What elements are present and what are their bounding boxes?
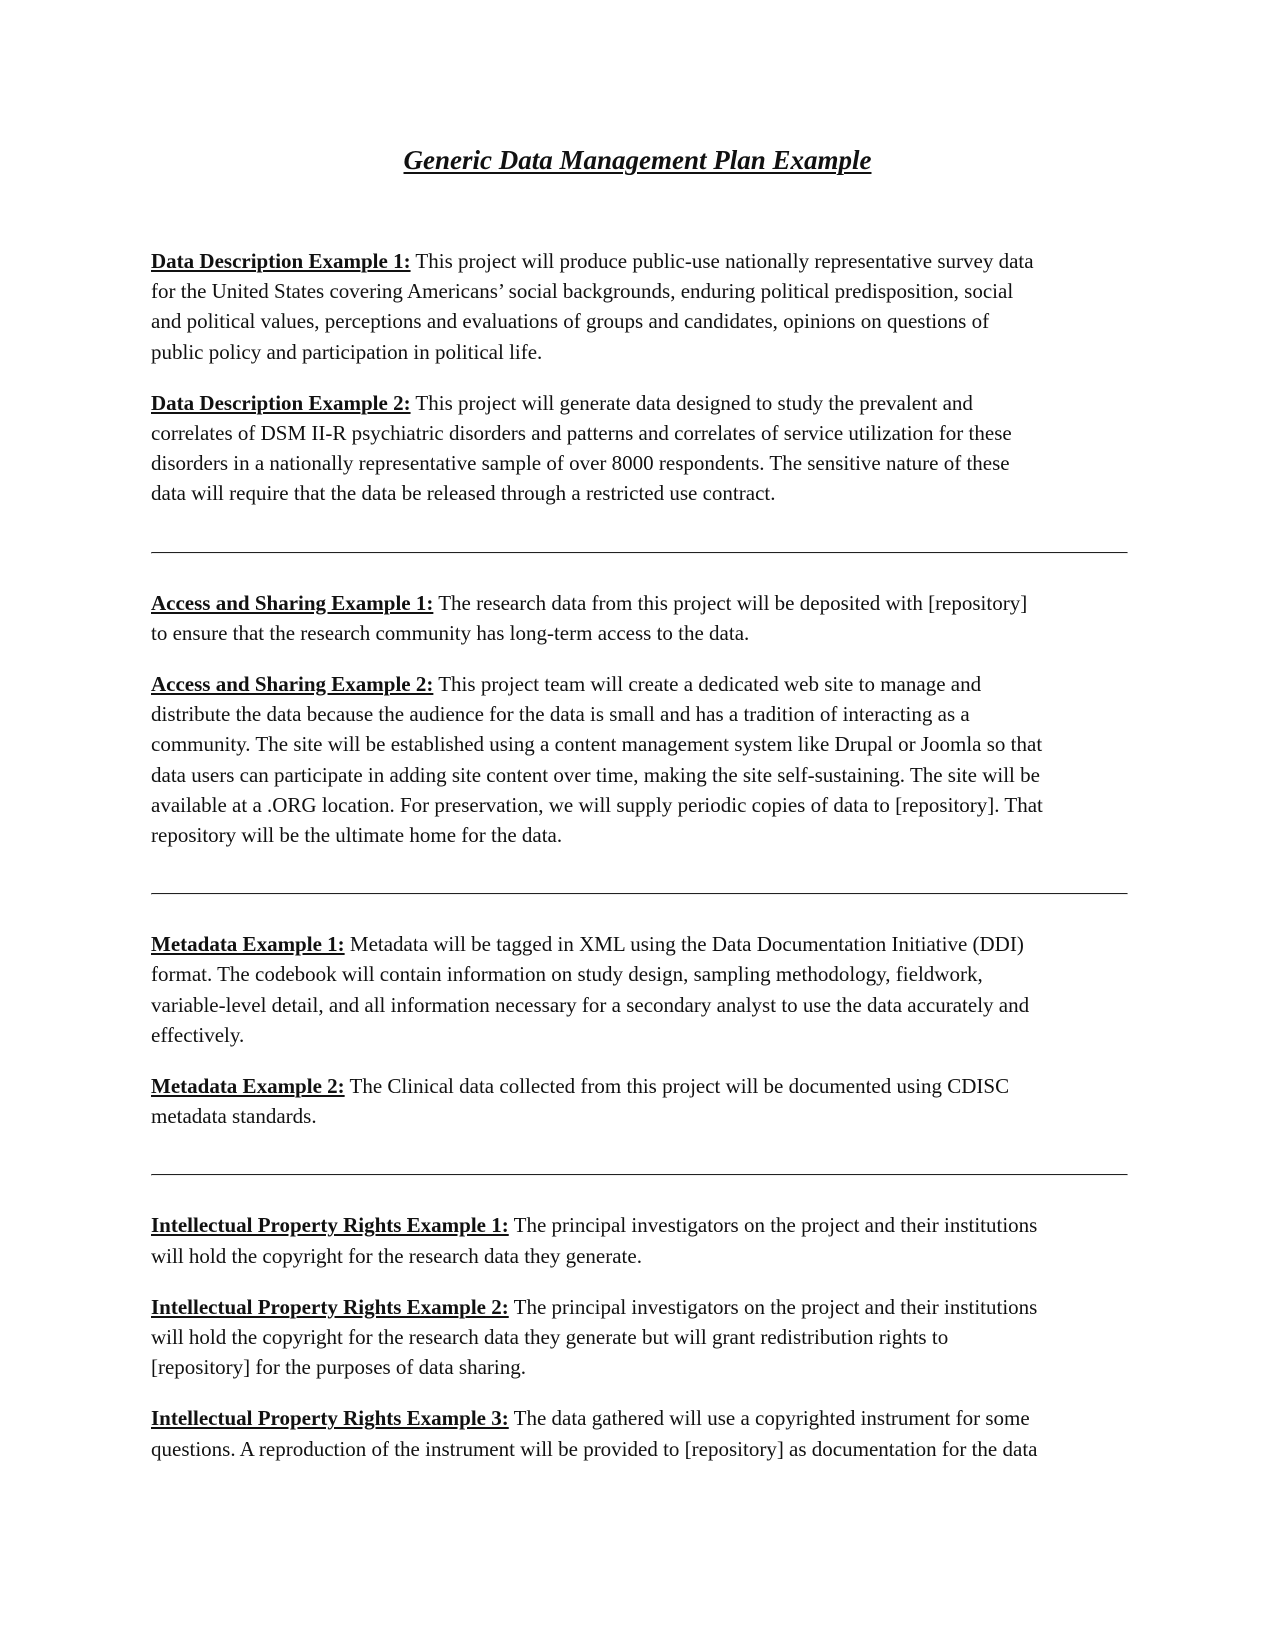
paragraph-text: The principal investigators on the proje… xyxy=(508,1213,1038,1238)
paragraph-line: correlates of DSM II-R psychiatric disor… xyxy=(151,421,1012,446)
paragraph-line: will hold the copyright for the research… xyxy=(151,1325,949,1350)
paragraph-text: This project will produce public-use nat… xyxy=(410,249,1034,273)
paragraph-line: variable-level detail, and all informati… xyxy=(151,992,1030,1017)
paragraph-line: to ensure that the research community ha… xyxy=(151,620,750,645)
data-description-example-1: Data Description Example 1: This project… xyxy=(151,246,1131,367)
access-sharing-example-2: Access and Sharing Example 2: This proje… xyxy=(151,669,1131,850)
example-label: Data Description Example 2: xyxy=(151,390,411,415)
ip-rights-example-2: Intellectual Property Rights Example 2: … xyxy=(151,1292,1131,1383)
paragraph-line: available at a .ORG location. For preser… xyxy=(151,792,1043,817)
paragraph-line: Intellectual Property Rights Example 3: … xyxy=(151,1403,1131,1433)
example-label: Intellectual Property Rights Example 1: xyxy=(151,1213,509,1238)
paragraph-line: will hold the copyright for the research… xyxy=(151,1243,642,1268)
example-label: Intellectual Property Rights Example 3: xyxy=(151,1406,509,1431)
paragraph-text: Metadata will be tagged in XML using the… xyxy=(344,932,1024,957)
paragraph-line: Metadata Example 1: Metadata will be tag… xyxy=(151,929,1131,959)
paragraph-text: The data gathered will use a copyrighted… xyxy=(508,1406,1030,1431)
paragraph-line: Data Description Example 1: This project… xyxy=(151,246,1131,276)
paragraph-line: and political values, perceptions and ev… xyxy=(151,309,990,334)
metadata-example-2: Metadata Example 2: The Clinical data co… xyxy=(151,1071,1131,1131)
paragraph-text: The Clinical data collected from this pr… xyxy=(344,1074,1010,1099)
paragraph-line: for the United States covering Americans… xyxy=(151,279,1014,304)
section-metadata: Metadata Example 1: Metadata will be tag… xyxy=(151,929,1131,1131)
paragraph-text: This project will generate data designed… xyxy=(410,390,973,415)
access-sharing-example-1: Access and Sharing Example 1: The resear… xyxy=(151,588,1131,648)
paragraph-line: metadata standards. xyxy=(151,1104,317,1129)
example-label: Access and Sharing Example 2: xyxy=(151,672,434,697)
section-data-description: Data Description Example 1: This project… xyxy=(151,246,1131,509)
paragraph-line: questions. A reproduction of the instrum… xyxy=(151,1436,1038,1461)
paragraph-line: Access and Sharing Example 2: This proje… xyxy=(151,669,1131,699)
paragraph-line: Access and Sharing Example 1: The resear… xyxy=(151,588,1131,618)
paragraph-line: Data Description Example 2: This project… xyxy=(151,388,1131,418)
metadata-example-1: Metadata Example 1: Metadata will be tag… xyxy=(151,929,1131,1050)
document-page: Generic Data Management Plan Example Dat… xyxy=(0,0,1275,1651)
paragraph-line: Intellectual Property Rights Example 2: … xyxy=(151,1292,1131,1322)
example-label: Access and Sharing Example 1: xyxy=(151,590,434,615)
document-title: Generic Data Management Plan Example xyxy=(403,145,872,175)
example-label: Data Description Example 1: xyxy=(151,249,411,273)
ip-rights-example-1: Intellectual Property Rights Example 1: … xyxy=(151,1210,1131,1270)
example-label: Intellectual Property Rights Example 2: xyxy=(151,1294,509,1319)
paragraph-line: format. The codebook will contain inform… xyxy=(151,962,983,987)
paragraph-line: data users can participate in adding sit… xyxy=(151,762,1040,787)
paragraph-line: public policy and participation in polit… xyxy=(151,339,543,364)
paragraph-text: The principal investigators on the proje… xyxy=(508,1294,1038,1319)
paragraph-text: This project team will create a dedicate… xyxy=(433,672,982,697)
example-label: Metadata Example 2: xyxy=(151,1074,345,1099)
ip-rights-example-3: Intellectual Property Rights Example 3: … xyxy=(151,1403,1131,1463)
paragraph-line: [repository] for the purposes of data sh… xyxy=(151,1355,526,1380)
paragraph-line: repository will be the ultimate home for… xyxy=(151,823,563,848)
paragraph-line: Metadata Example 2: The Clinical data co… xyxy=(151,1071,1131,1101)
paragraph-line: effectively. xyxy=(151,1022,245,1047)
document-body: Data Description Example 1: This project… xyxy=(151,246,1131,1485)
section-access-and-sharing: Access and Sharing Example 1: The resear… xyxy=(151,588,1131,851)
paragraph-text: The research data from this project will… xyxy=(433,590,1028,615)
paragraph-line: disorders in a nationally representative… xyxy=(151,451,1010,476)
section-intellectual-property-rights: Intellectual Property Rights Example 1: … xyxy=(151,1210,1131,1463)
paragraph-line: Intellectual Property Rights Example 1: … xyxy=(151,1210,1131,1240)
paragraph-line: data will require that the data be relea… xyxy=(151,481,776,506)
example-label: Metadata Example 1: xyxy=(151,932,345,957)
paragraph-line: distribute the data because the audience… xyxy=(151,702,970,727)
data-description-example-2: Data Description Example 2: This project… xyxy=(151,388,1131,509)
paragraph-line: community. The site will be established … xyxy=(151,732,1043,757)
